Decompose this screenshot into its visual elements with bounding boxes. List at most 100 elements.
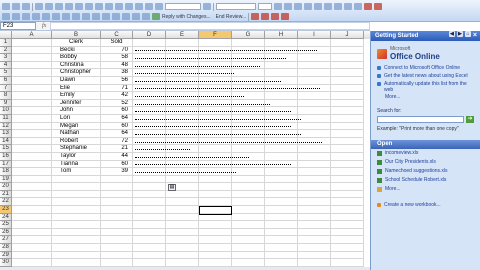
cell-i25[interactable]	[298, 221, 331, 229]
more-link[interactable]: More...	[371, 94, 480, 100]
cell-i24[interactable]	[298, 213, 331, 222]
cell-h17[interactable]	[265, 160, 298, 169]
row-header[interactable]: 25	[0, 221, 12, 229]
cell-e10[interactable]	[166, 107, 199, 115]
cell-g4[interactable]	[232, 61, 265, 70]
cell-a21[interactable]	[12, 190, 52, 199]
row-header[interactable]: 2	[0, 46, 12, 55]
cell-e24[interactable]	[166, 213, 199, 222]
sold-cell[interactable]: 38	[101, 69, 133, 77]
review-icon[interactable]	[132, 13, 140, 20]
cell-i4[interactable]	[298, 61, 331, 70]
row-header[interactable]: 24	[0, 213, 12, 222]
paste-icon[interactable]	[85, 3, 93, 10]
font-color-icon[interactable]	[374, 3, 382, 10]
cell-d6[interactable]	[133, 76, 166, 85]
cell-i29[interactable]	[298, 251, 331, 260]
cell-g7[interactable]	[232, 84, 265, 93]
row-header[interactable]: 9	[0, 99, 12, 108]
cell-f29[interactable]	[199, 251, 232, 260]
cell-i21[interactable]	[298, 190, 331, 199]
cell-d15[interactable]	[133, 145, 166, 153]
cell-e5[interactable]	[166, 69, 199, 77]
cell-d26[interactable]	[133, 228, 166, 237]
cell-g27[interactable]	[232, 236, 265, 245]
cell-b23[interactable]	[52, 206, 101, 214]
font-select[interactable]	[216, 3, 256, 10]
cell-d18[interactable]	[133, 168, 166, 176]
cell-f1[interactable]	[199, 39, 232, 47]
sold-cell[interactable]: 71	[101, 84, 133, 93]
sold-cell[interactable]: 39	[101, 168, 133, 176]
cell-h11[interactable]	[265, 114, 298, 123]
cell-c22[interactable]	[101, 198, 133, 207]
column-header-d[interactable]: D	[133, 31, 166, 39]
review-icon[interactable]	[72, 13, 80, 20]
sold-cell[interactable]: 58	[101, 54, 133, 62]
chart-wizard-icon[interactable]	[145, 3, 153, 10]
track-icon[interactable]	[251, 13, 260, 20]
cell-j12[interactable]	[331, 122, 364, 131]
cell-e1[interactable]	[166, 39, 199, 47]
cell-d25[interactable]	[133, 221, 166, 229]
cell-a20[interactable]	[12, 183, 52, 191]
cell-h19[interactable]	[265, 175, 298, 184]
cell-i23[interactable]	[298, 206, 331, 214]
clerk-cell[interactable]: Tianna	[52, 160, 101, 169]
cell-a30[interactable]	[12, 259, 52, 267]
undo-icon[interactable]	[95, 3, 103, 10]
cell-f24[interactable]	[199, 213, 232, 222]
column-header-j[interactable]: J	[331, 31, 364, 39]
cell-c25[interactable]	[101, 221, 133, 229]
cell-d9[interactable]	[133, 99, 166, 108]
cell-j3[interactable]	[331, 54, 364, 62]
cell-c28[interactable]	[101, 244, 133, 252]
sold-cell[interactable]: 70	[101, 46, 133, 55]
cell-f10[interactable]	[199, 107, 232, 115]
cell-e18[interactable]	[166, 168, 199, 176]
clerk-cell[interactable]: Robert	[52, 137, 101, 146]
cell-a13[interactable]	[12, 130, 52, 138]
cell-e23[interactable]	[166, 206, 199, 214]
column-header-i[interactable]: I	[298, 31, 331, 39]
cell-f9[interactable]	[199, 99, 232, 108]
cell-g9[interactable]	[232, 99, 265, 108]
cell-a11[interactable]	[12, 114, 52, 123]
save-icon[interactable]	[22, 3, 30, 10]
italic-icon[interactable]	[284, 3, 292, 10]
cell-d22[interactable]	[133, 198, 166, 207]
cell-i7[interactable]	[298, 84, 331, 93]
review-icon[interactable]	[102, 13, 110, 20]
cell-i16[interactable]	[298, 152, 331, 161]
cell-g11[interactable]	[232, 114, 265, 123]
cell-h3[interactable]	[265, 54, 298, 62]
cell-f16[interactable]	[199, 152, 232, 161]
cell-f30[interactable]	[199, 259, 232, 267]
cell-d17[interactable]	[133, 160, 166, 169]
cell-d20[interactable]	[133, 183, 166, 191]
cell-e13[interactable]	[166, 130, 199, 138]
more-files[interactable]: More...	[371, 185, 480, 194]
row-header[interactable]: 3	[0, 54, 12, 62]
sold-header[interactable]: Sold	[101, 39, 133, 47]
clerk-cell[interactable]: Tom	[52, 168, 101, 176]
select-all-corner[interactable]	[0, 31, 12, 39]
cell-d4[interactable]	[133, 61, 166, 70]
cell-d5[interactable]	[133, 69, 166, 77]
print-icon[interactable]	[35, 3, 43, 10]
cell-b27[interactable]	[52, 236, 101, 245]
track-icon[interactable]	[281, 13, 290, 20]
cell-i26[interactable]	[298, 228, 331, 237]
cell-h1[interactable]	[265, 39, 298, 47]
cell-f3[interactable]	[199, 54, 232, 62]
cell-f20[interactable]	[199, 183, 232, 191]
cell-j15[interactable]	[331, 145, 364, 153]
cell-a19[interactable]	[12, 175, 52, 184]
review-icon[interactable]	[142, 13, 150, 20]
row-header[interactable]: 12	[0, 122, 12, 131]
cell-f4[interactable]	[199, 61, 232, 70]
cell-a22[interactable]	[12, 198, 52, 207]
zoom-select[interactable]	[165, 3, 201, 10]
cell-f19[interactable]	[199, 175, 232, 184]
cell-h2[interactable]	[265, 46, 298, 55]
